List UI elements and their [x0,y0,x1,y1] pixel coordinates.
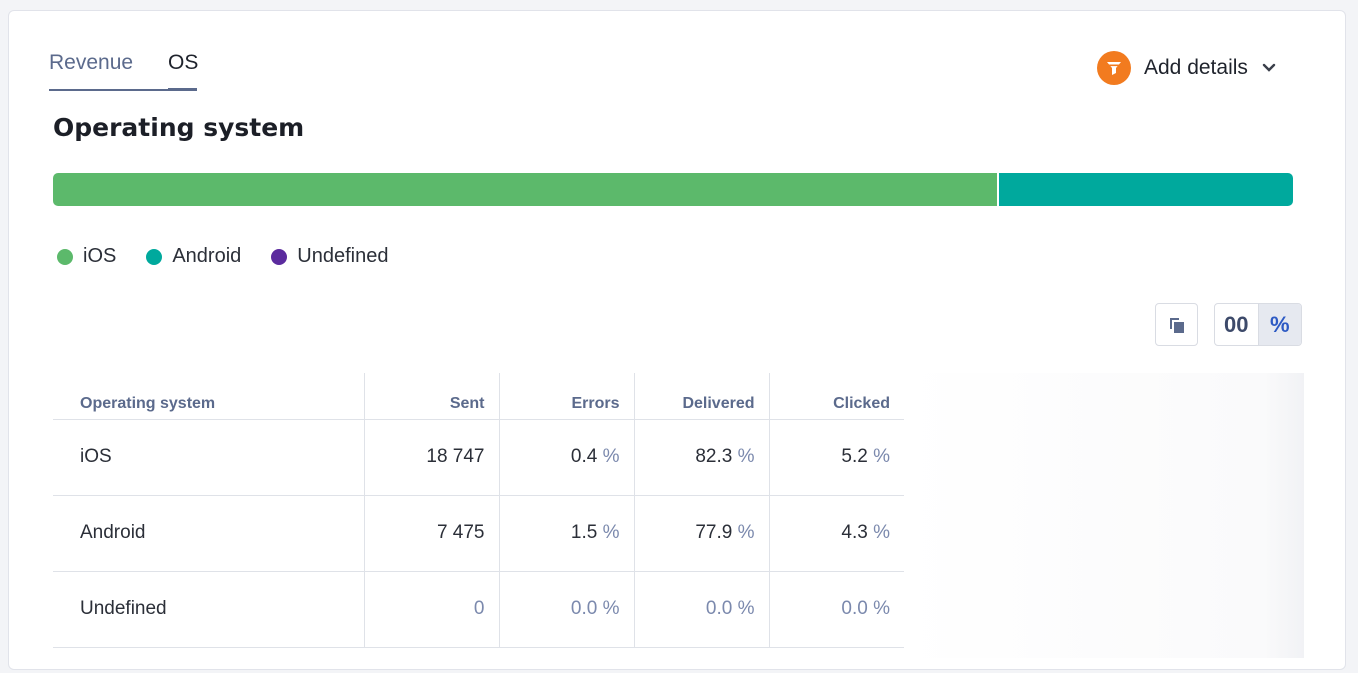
funnel-icon [1097,51,1131,85]
cell-errors: 0.0 % [498,571,634,648]
tab-revenue[interactable]: Revenue [49,49,133,77]
percent-sign: % [602,522,620,543]
percent-sign: % [737,522,755,543]
legend: iOS Android Undefined [57,245,418,268]
cell-errors: 0.4 % [498,419,634,496]
cell-sent: 18 747 [363,419,499,496]
legend-item-undefined: Undefined [271,245,388,268]
tab-os[interactable]: OS [168,49,198,77]
header-delivered[interactable]: Delivered [633,373,769,420]
table-header-row: Operating system Sent Errors Delivered C… [53,373,904,420]
legend-label-ios: iOS [83,245,117,267]
cell-os: iOS [53,419,364,496]
header-clicked[interactable]: Clicked [768,373,904,420]
cell-clicked: 4.3 % [768,495,904,572]
cell-value: 0.0 [841,598,868,619]
cell-value: 5.2 [841,446,868,467]
percent-sign: % [602,598,620,619]
percent-sign: % [602,446,620,467]
legend-item-android: Android [146,245,241,268]
legend-dot-undefined [271,248,288,265]
bar-segment-android[interactable] [997,173,1293,206]
cell-value: 0.0 [570,598,598,619]
percent-sign: % [737,446,755,467]
cell-sent: 0 [363,571,499,648]
cell-os: Undefined [53,571,364,648]
legend-item-ios: iOS [57,245,116,268]
cell-errors: 1.5 % [498,495,634,572]
cell-sent: 7 475 [363,495,499,572]
toggle-count[interactable]: 00 [1215,304,1258,345]
chevron-down-icon[interactable] [1262,63,1276,73]
legend-label-android: Android [172,245,242,267]
percent-sign: % [873,446,890,467]
legend-dot-ios [57,248,73,265]
table-scroll-shade [904,373,1304,658]
table-row: iOS 18 747 0.4 % 82.3 % 5.2 % [53,419,904,496]
cell-clicked: 5.2 % [768,419,904,496]
header-errors[interactable]: Errors [498,373,634,420]
cell-os: Android [53,495,364,572]
legend-dot-android [146,248,163,265]
header-operating-system[interactable]: Operating system [53,373,364,420]
active-tab-indicator [168,88,197,91]
cell-value: 82.3 [695,446,733,467]
toggle-percent[interactable]: % [1257,304,1301,345]
cell-value: 0.0 [705,598,733,619]
percent-sign: % [873,522,890,543]
cell-delivered: 77.9 % [633,495,769,572]
cell-value: 4.3 [841,522,868,543]
cell-clicked: 0.0 % [768,571,904,648]
header-sent[interactable]: Sent [363,373,499,420]
os-table-wrap: Operating system Sent Errors Delivered C… [53,373,1304,673]
cell-value: 0.4 [570,446,598,467]
section-title: Operating system [53,113,305,142]
legend-label-undefined: Undefined [297,245,389,267]
table-row: Android 7 475 1.5 % 77.9 % 4.3 % [53,495,904,572]
cell-value: 77.9 [695,522,733,543]
report-tabs: Revenue OS [49,49,198,91]
percent-sign: % [737,598,755,619]
add-details-button[interactable]: Add details [1097,51,1297,85]
cell-delivered: 0.0 % [633,571,769,648]
cell-value: 1.5 [570,522,598,543]
os-table: Operating system Sent Errors Delivered C… [53,373,904,648]
os-report-card: Revenue OS Add details Operating system … [8,10,1346,670]
copy-icon [1169,317,1184,333]
display-mode-toggle: 00 % [1214,303,1302,346]
copy-button[interactable] [1155,303,1198,346]
add-details-label: Add details [1144,56,1248,79]
cell-delivered: 82.3 % [633,419,769,496]
table-row: Undefined 0 0.0 % 0.0 % 0.0 % [53,571,904,648]
bar-segment-ios[interactable] [53,173,998,206]
percent-sign: % [873,598,890,619]
os-share-bar [53,173,1293,206]
